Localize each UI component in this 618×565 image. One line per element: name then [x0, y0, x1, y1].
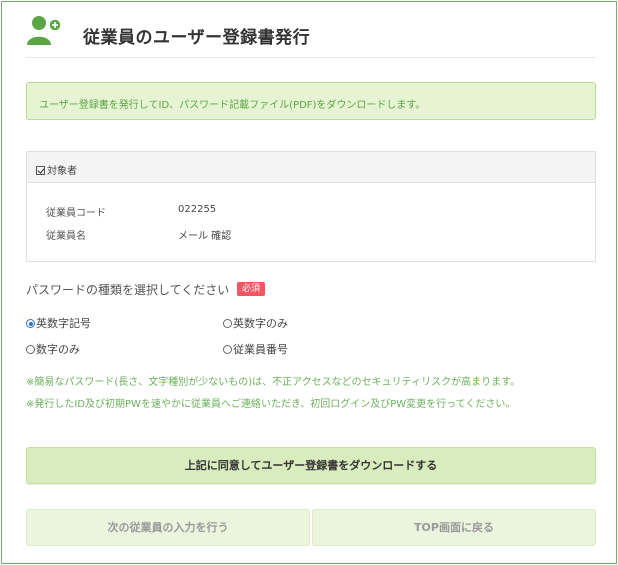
- employee-code-value: 022255: [178, 204, 217, 215]
- radio-unselected-icon[interactable]: [223, 319, 232, 328]
- employee-name-value: メール 確認: [178, 231, 232, 242]
- checkbox-icon: [36, 166, 45, 175]
- target-panel-heading: 対象者: [27, 152, 595, 183]
- required-badge: 必須: [237, 282, 266, 296]
- radio-unselected-icon[interactable]: [223, 345, 232, 354]
- target-panel-heading-label: 対象者: [47, 166, 77, 177]
- user-add-icon: [27, 16, 62, 45]
- back-to-top-button[interactable]: TOP画面に戻る: [312, 509, 596, 546]
- radio-alnum-only-label: 英数字のみ: [233, 317, 288, 330]
- main-frame: 従業員のユーザー登録書発行 ユーザー登録書を発行してID、パスワード記載ファイル…: [1, 1, 617, 564]
- employee-name-label: 従業員名: [46, 231, 86, 242]
- radio-digits-only[interactable]: 数字のみ: [26, 343, 80, 357]
- page-header: 従業員のユーザー登録書発行: [26, 14, 596, 58]
- info-notice: ユーザー登録書を発行してID、パスワード記載ファイル(PDF)をダウンロードしま…: [26, 82, 596, 120]
- target-panel: 対象者 従業員コード 022255 従業員名 メール 確認: [26, 151, 596, 262]
- download-button[interactable]: 上記に同意してユーザー登録書をダウンロードする: [26, 447, 596, 484]
- page-title: 従業員のユーザー登録書発行: [83, 28, 311, 48]
- warning-simple-password: ※簡易なパスワード(長さ、文字種別が少ないもの)は、不正アクセスなどのセキュリテ…: [26, 377, 521, 388]
- employee-code-label: 従業員コード: [46, 208, 106, 219]
- radio-alnum-symbol[interactable]: 英数字記号: [26, 317, 91, 331]
- warning-notify-employee: ※発行したID及び初期PWを速やかに従業員へご連絡いただき、初回ログイン及びPW…: [26, 399, 516, 410]
- radio-employee-number-label: 従業員番号: [233, 343, 288, 356]
- radio-digits-only-label: 数字のみ: [36, 343, 80, 356]
- password-type-label: パスワードの種類を選択してください: [26, 283, 230, 297]
- next-employee-button[interactable]: 次の従業員の入力を行う: [26, 509, 310, 546]
- radio-employee-number[interactable]: 従業員番号: [223, 343, 288, 357]
- radio-alnum-only[interactable]: 英数字のみ: [223, 317, 288, 331]
- radio-unselected-icon[interactable]: [26, 345, 35, 354]
- radio-alnum-symbol-label: 英数字記号: [36, 317, 91, 330]
- radio-selected-icon[interactable]: [26, 319, 35, 328]
